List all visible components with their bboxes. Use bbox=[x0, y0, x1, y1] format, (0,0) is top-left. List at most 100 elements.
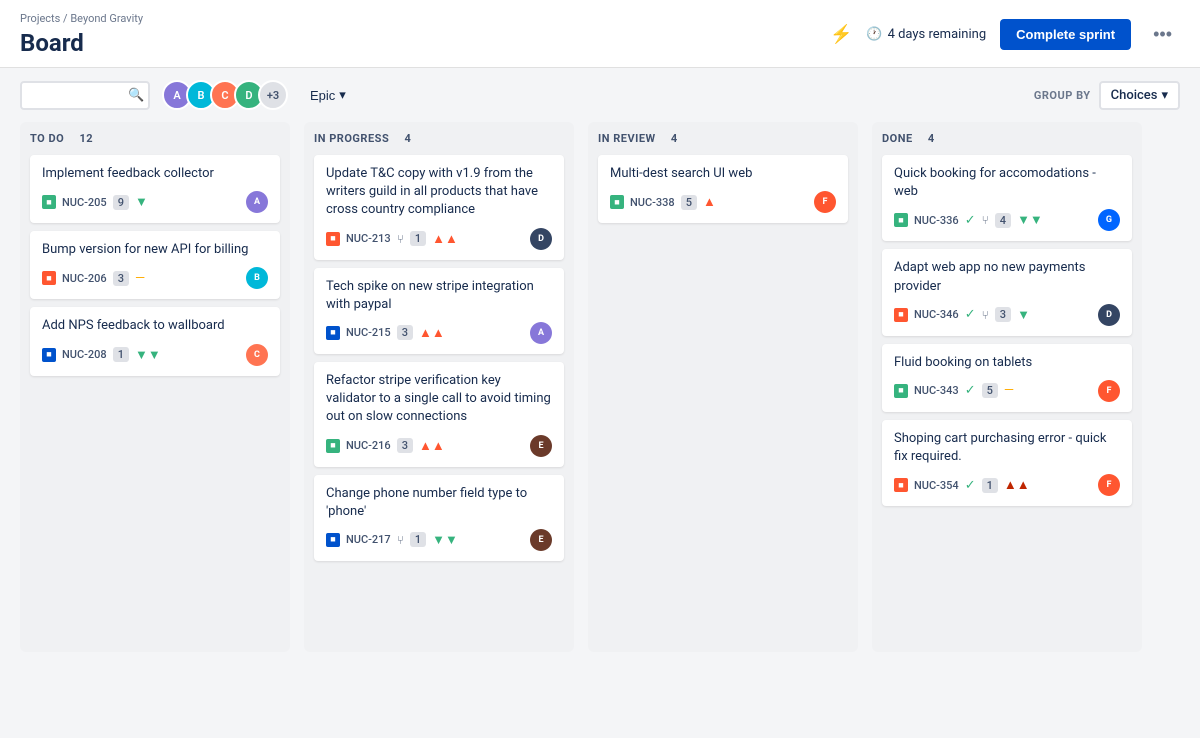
issue-id: NUC-216 bbox=[346, 439, 391, 452]
priority-icon: — bbox=[135, 271, 145, 286]
priority-icon: ▼▼ bbox=[1017, 212, 1043, 228]
priority-icon: ▲▲ bbox=[419, 438, 445, 454]
search-input[interactable] bbox=[32, 88, 122, 103]
card-footer: ■ NUC-206 3 — B bbox=[42, 267, 268, 289]
header-actions: ⚡ 🕐 4 days remaining Complete sprint ••• bbox=[830, 19, 1180, 50]
priority-icon: ▲▲ bbox=[1004, 477, 1030, 493]
search-icon: 🔍 bbox=[128, 88, 144, 103]
issue-id: NUC-354 bbox=[914, 479, 959, 492]
column-header: IN REVIEW 4 bbox=[598, 132, 848, 145]
card-footer: ■NUC-2163▲▲E bbox=[326, 435, 552, 457]
card-avatar: F bbox=[1098, 380, 1120, 402]
card[interactable]: Tech spike on new stripe integration wit… bbox=[314, 268, 564, 354]
card[interactable]: Adapt web app no new payments provider■N… bbox=[882, 249, 1132, 335]
issue-id: NUC-338 bbox=[630, 196, 675, 209]
card[interactable]: Fluid booking on tablets■NUC-343✓5—F bbox=[882, 344, 1132, 412]
chevron-down-icon: ▾ bbox=[1161, 88, 1168, 103]
card[interactable]: Add NPS feedback to wallboard■NUC-2081▼▼… bbox=[30, 307, 280, 375]
card-title: Refactor stripe verification key validat… bbox=[326, 372, 552, 427]
card-avatar: G bbox=[1098, 209, 1120, 231]
card-title: Multi-dest search UI web bbox=[610, 165, 836, 183]
choices-dropdown[interactable]: Choices ▾ bbox=[1099, 81, 1180, 110]
card[interactable]: Bump version for new API for billing ■ NUC… bbox=[30, 231, 280, 299]
column-count: 4 bbox=[404, 132, 411, 145]
card-avatar: D bbox=[530, 228, 552, 250]
avatar-more[interactable]: +3 bbox=[258, 80, 288, 110]
issue-type-icon: ■ bbox=[42, 271, 56, 285]
issue-id: NUC-208 bbox=[62, 348, 107, 361]
header: Projects / Beyond Gravity Board ⚡ 🕐 4 da… bbox=[0, 0, 1200, 68]
card-count: 1 bbox=[410, 532, 426, 547]
card-title: Quick booking for accomodations - web bbox=[894, 165, 1120, 201]
column-header: IN PROGRESS 4 bbox=[314, 132, 564, 145]
issue-id: NUC-343 bbox=[914, 384, 959, 397]
card-avatar: F bbox=[814, 191, 836, 213]
board: TO DO 12Implement feedback collector■NUC… bbox=[0, 122, 1200, 672]
card[interactable]: Shoping cart purchasing error - quick fi… bbox=[882, 420, 1132, 506]
priority-icon: ▼▼ bbox=[432, 532, 458, 548]
card-footer: ■NUC-346✓⑂3▼D bbox=[894, 304, 1120, 326]
issue-type-icon: ■ bbox=[42, 348, 56, 362]
card-count: 3 bbox=[397, 325, 413, 340]
search-box[interactable]: 🔍 bbox=[20, 81, 150, 110]
issue-id: NUC-217 bbox=[346, 533, 391, 546]
column-inreview: IN REVIEW 4Multi-dest search UI web■NUC-… bbox=[588, 122, 858, 652]
issue-id: NUC-205 bbox=[62, 196, 107, 209]
column-inprogress: IN PROGRESS 4 Update T&C copy with v1.9 f… bbox=[304, 122, 574, 652]
breadcrumb: Projects / Beyond Gravity bbox=[20, 12, 143, 25]
card-avatar: A bbox=[246, 191, 268, 213]
card[interactable]: Change phone number field type to 'phone… bbox=[314, 475, 564, 561]
avatars-group: A B C D +3 bbox=[162, 80, 288, 110]
card-title: Implement feedback collector bbox=[42, 165, 268, 183]
clock-icon: 🕐 bbox=[866, 27, 882, 42]
card-count: 1 bbox=[982, 478, 998, 493]
card-count: 3 bbox=[995, 307, 1011, 322]
issue-id: NUC-336 bbox=[914, 214, 959, 227]
card-footer: ■NUC-2153▲▲A bbox=[326, 322, 552, 344]
card[interactable]: Implement feedback collector■NUC-2059▼A bbox=[30, 155, 280, 223]
column-count: 4 bbox=[671, 132, 678, 145]
priority-icon: — bbox=[1004, 383, 1014, 398]
card-count: 5 bbox=[982, 383, 998, 398]
card-count: 3 bbox=[113, 271, 129, 286]
card-footer: ■NUC-354✓1▲▲F bbox=[894, 474, 1120, 496]
card-avatar: B bbox=[246, 267, 268, 289]
card-title: Tech spike on new stripe integration wit… bbox=[326, 278, 552, 314]
card[interactable]: Refactor stripe verification key validat… bbox=[314, 362, 564, 467]
card-count: 5 bbox=[681, 195, 697, 210]
days-remaining: 🕐 4 days remaining bbox=[866, 27, 986, 42]
card-count: 1 bbox=[113, 347, 129, 362]
check-icon: ✓ bbox=[965, 307, 976, 322]
column-title: DONE bbox=[882, 132, 913, 145]
branch-icon: ⑂ bbox=[982, 308, 989, 322]
group-by-section: GROUP BY Choices ▾ bbox=[1034, 81, 1180, 110]
card-count: 4 bbox=[995, 213, 1011, 228]
issue-id: NUC-206 bbox=[62, 272, 107, 285]
issue-type-icon: ■ bbox=[894, 308, 908, 322]
page-title: Board bbox=[20, 29, 143, 57]
issue-type-icon: ■ bbox=[894, 213, 908, 227]
issue-type-icon: ■ bbox=[326, 232, 340, 246]
card[interactable]: Update T&C copy with v1.9 from the write… bbox=[314, 155, 564, 260]
issue-id: NUC-213 bbox=[346, 232, 391, 245]
complete-sprint-button[interactable]: Complete sprint bbox=[1000, 19, 1131, 50]
epic-filter-button[interactable]: Epic ▾ bbox=[300, 82, 356, 108]
card[interactable]: Quick booking for accomodations - web ■ NU… bbox=[882, 155, 1132, 241]
check-icon: ✓ bbox=[965, 478, 976, 493]
priority-icon: ▲▲ bbox=[419, 325, 445, 341]
more-options-button[interactable]: ••• bbox=[1145, 20, 1180, 49]
card-avatar: E bbox=[530, 529, 552, 551]
card-avatar: C bbox=[246, 344, 268, 366]
priority-icon: ▼▼ bbox=[135, 347, 161, 363]
card[interactable]: Multi-dest search UI web■NUC-3385▲F bbox=[598, 155, 848, 223]
card-title: Fluid booking on tablets bbox=[894, 354, 1120, 372]
column-header: DONE 4 bbox=[882, 132, 1132, 145]
priority-icon: ▼ bbox=[1017, 307, 1030, 323]
card-title: Bump version for new API for billing bbox=[42, 241, 268, 259]
priority-icon: ▲▲ bbox=[432, 231, 458, 247]
column-done: DONE 4Quick booking for accomodations - … bbox=[872, 122, 1142, 652]
priority-icon: ▲ bbox=[703, 194, 716, 210]
column-header: TO DO 12 bbox=[30, 132, 280, 145]
issue-type-icon: ■ bbox=[894, 478, 908, 492]
check-icon: ✓ bbox=[965, 213, 976, 228]
